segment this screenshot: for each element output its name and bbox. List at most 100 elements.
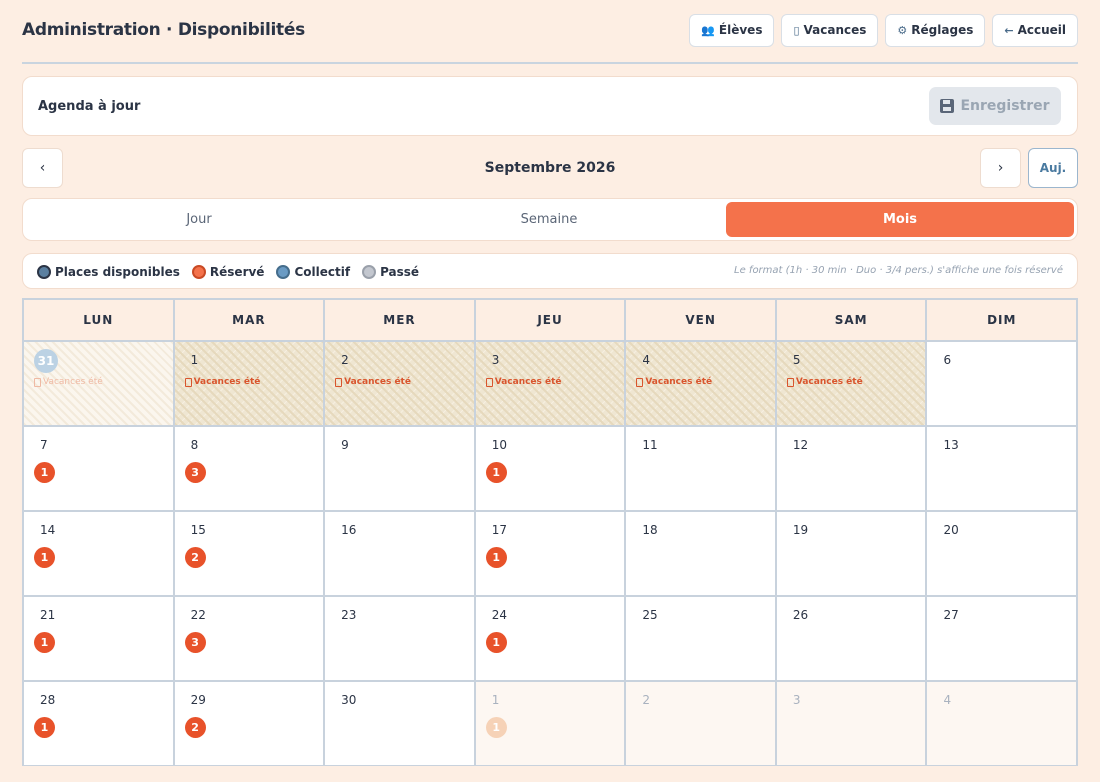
calendar-day-cell[interactable]: 4 [927,682,1077,765]
calendar-day-cell[interactable]: 24 1 [475,597,627,680]
calendar-icon [485,377,493,387]
calendar-day-cell[interactable]: 9 [325,427,476,510]
legend-available: Places disponibles [37,265,180,279]
day-number: 7 [40,438,48,452]
vacation-label-text: Vacances été [494,377,562,387]
calendar-day-cell[interactable]: 16 [325,512,476,595]
vacation-label-text: Vacances été [645,377,713,387]
calendar-day-cell[interactable]: 20 [927,512,1077,595]
calendar-day-cell[interactable]: 19 [776,512,928,595]
legend-reserved-label: Réservé [209,265,265,279]
calendar-day-cell[interactable]: 26 [776,597,928,680]
booking-count-badge[interactable]: 3 [184,632,206,653]
next-month-button[interactable]: › [980,148,1021,188]
legend-reserved: Réservé [191,265,265,279]
tab-month[interactable]: Mois [726,202,1074,237]
booking-count-badge[interactable]: 3 [184,462,206,483]
booking-count-badge[interactable]: 1 [34,632,55,653]
calendar-day-cell[interactable]: 27 [927,597,1077,680]
booking-count-badge[interactable]: 2 [184,547,206,568]
calendar-day-cell[interactable]: 12 [776,427,928,510]
calendar-day-cell[interactable]: 13 [927,427,1077,510]
vacation-label: Vacances été [184,377,261,387]
calendar-day-cell[interactable]: 1 Vacances été [174,342,326,425]
day-number: 20 [943,523,959,537]
save-button[interactable]: Enregistrer [929,87,1061,125]
weekday-label: JEU [476,300,627,340]
day-number: 13 [943,438,959,452]
students-button[interactable]: 👥 Élèves [689,13,775,47]
day-number: 3 [792,693,801,707]
calendar-day-cell[interactable]: 23 [325,597,476,680]
holidays-button[interactable]: ▯ Vacances [781,13,879,47]
calendar-day-cell[interactable]: 11 [626,427,777,510]
today-button[interactable]: Auj. [1028,148,1078,188]
calendar-day-cell[interactable]: 15 2 [174,512,326,595]
calendar-day-cell[interactable]: 5 Vacances été [776,342,928,425]
floppy-disk-icon [940,99,955,113]
past-dot-icon [362,265,377,279]
calendar-icon [335,377,343,387]
vacation-label-text: Vacances été [795,377,863,387]
calendar-day-cell[interactable]: 11 [475,682,627,765]
weekday-header: LUN MAR MER JEU VEN SAM DIM [24,300,1076,342]
available-dot-icon [37,265,51,279]
calendar-day-cell[interactable]: 6 [927,342,1077,425]
view-switcher: Jour Semaine Mois [22,198,1078,241]
arrow-left-icon: ← [1004,23,1014,37]
weekday-label: VEN [626,300,777,340]
calendar-day-cell[interactable]: 28 1 [24,682,175,765]
day-number: 25 [642,608,658,622]
calendar-day-cell[interactable]: 10 1 [475,427,627,510]
calendar-day-cell[interactable]: 17 1 [475,512,627,595]
calendar-day-cell[interactable]: 2 [626,682,777,765]
settings-button[interactable]: ⚙ Réglages [885,13,986,47]
vacation-label-text: Vacances été [193,377,261,387]
day-number: 19 [792,523,809,537]
day-number: 11 [642,438,658,452]
calendar-day-cell[interactable]: 31 Vacances été [24,342,175,425]
tab-week[interactable]: Semaine [375,202,723,237]
page-title: Administration · Disponibilités [22,20,305,40]
calendar-icon [786,377,794,387]
home-button[interactable]: ← Accueil [992,13,1078,47]
calendar-day-cell[interactable]: 18 [626,512,777,595]
calendar-day-cell[interactable]: 2 Vacances été [325,342,476,425]
day-number: 4 [943,693,952,707]
legend-past: Passé [362,265,419,279]
day-number: 2 [341,353,349,367]
legend-note: Le format (1h · 30 min · Duo · 3/4 pers.… [734,265,1063,276]
booking-count-badge[interactable]: 1 [34,717,55,738]
calendar-day-cell[interactable]: 4 Vacances été [626,342,777,425]
vacation-label: Vacances été [335,377,411,387]
vacation-label-text: Vacances été [43,377,103,387]
booking-count-badge[interactable]: 1 [485,462,507,483]
booking-count-badge[interactable]: 1 [485,717,507,738]
day-number: 4 [642,353,650,367]
booking-count-badge[interactable]: 1 [34,462,55,483]
legend-items: Places disponibles Réservé Collectif Pas… [37,254,419,290]
calendar-day-cell[interactable]: 30 [325,682,476,765]
booking-count-badge[interactable]: 1 [485,547,507,568]
booking-count-badge[interactable]: 1 [34,547,55,568]
booking-count-badge[interactable]: 2 [184,717,206,738]
weekday-label: MER [325,300,476,340]
calendar-day-cell[interactable]: 14 1 [24,512,175,595]
status-bar: Agenda à jour Enregistrer [22,76,1078,136]
calendar-day-cell[interactable]: 83 [174,427,326,510]
calendar-week-row: 7 1 8 3 9 10 1 11 12 13 [24,427,1077,512]
booking-count-badge[interactable]: 1 [485,632,507,653]
calendar-day-cell[interactable]: 21 1 [24,597,175,680]
calendar-day-cell[interactable]: 29 2 [174,682,326,765]
tab-day[interactable]: Jour [25,202,373,237]
day-number: 5 [792,353,801,367]
calendar-day-cell[interactable]: 22 3 [174,597,326,680]
calendar-day-cell[interactable]: 3 [776,682,928,765]
day-number: 12 [792,438,809,452]
calendar-day-cell[interactable]: 71 [24,427,175,510]
home-button-label: Accueil [1017,23,1066,37]
weekday-label: LUN [24,300,175,340]
calendar-week-row: 28 1 29 2 30 1 1 2 3 4 [24,682,1077,765]
calendar-day-cell[interactable]: 3 Vacances été [475,342,627,425]
calendar-day-cell[interactable]: 25 [626,597,777,680]
